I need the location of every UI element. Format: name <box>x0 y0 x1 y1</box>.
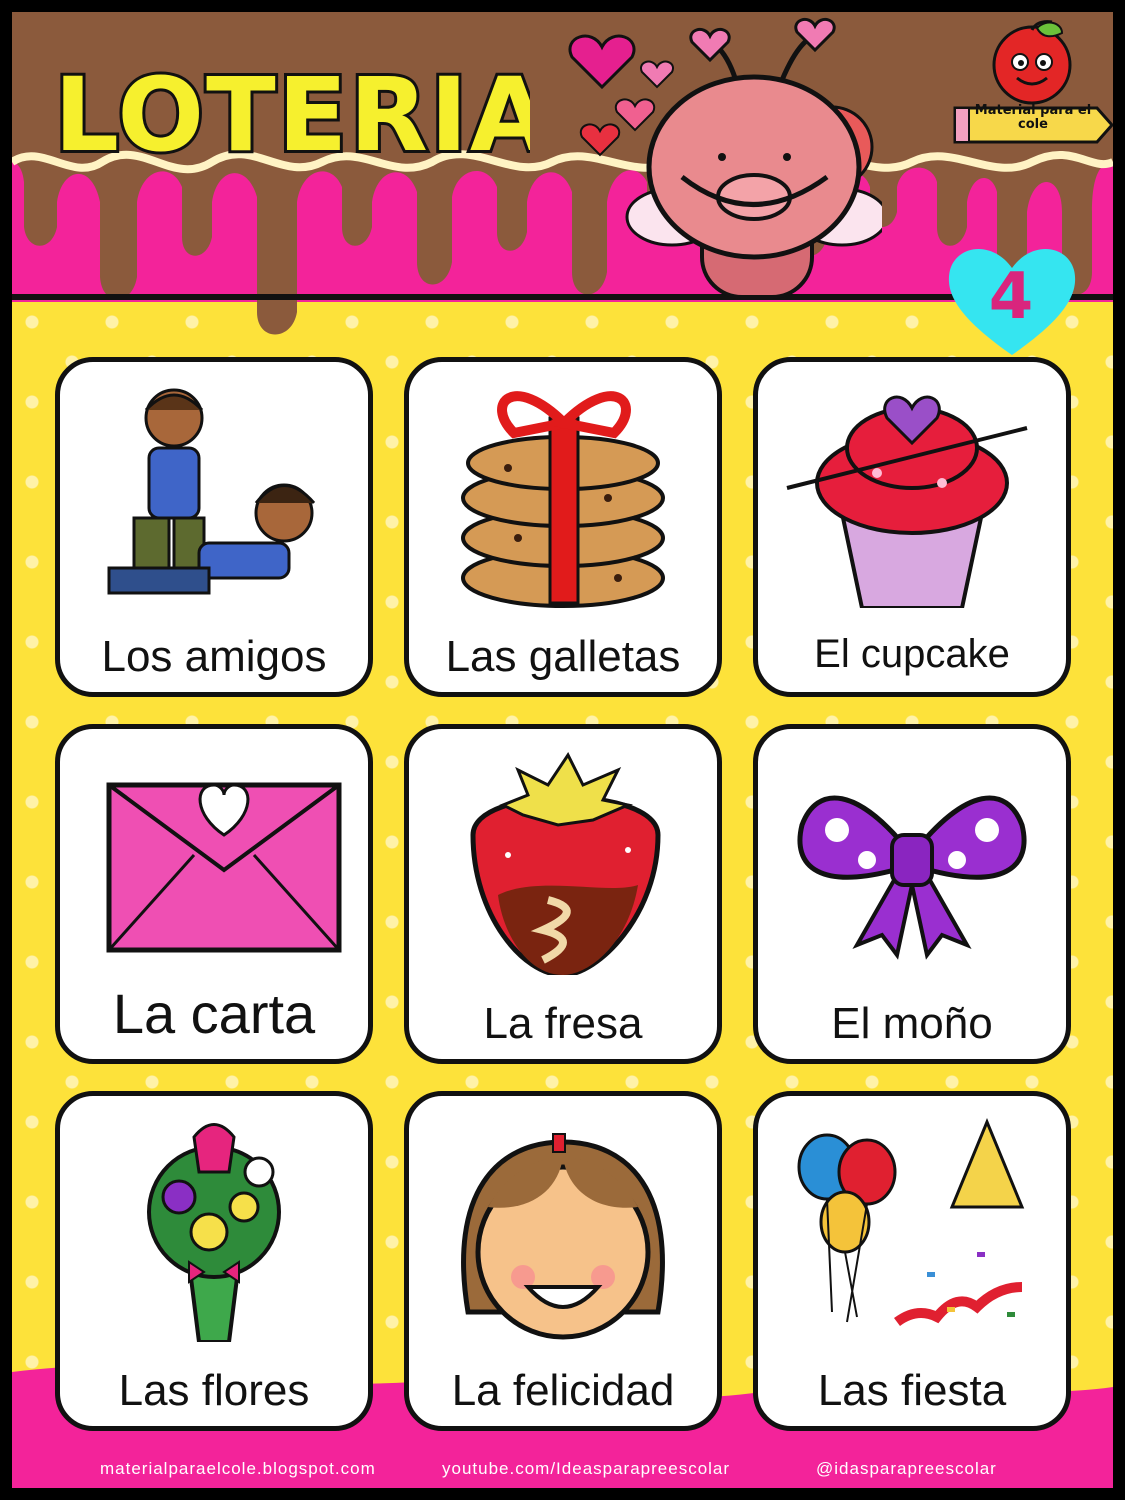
bee-character-icon <box>568 17 882 299</box>
bow-icon <box>797 795 1027 960</box>
party-icon <box>797 1118 1025 1327</box>
bouquet-icon <box>147 1123 281 1342</box>
card-label: Los amigos <box>101 632 327 681</box>
cupcake-icon <box>786 395 1028 608</box>
card-la-carta: La carta <box>55 724 373 1064</box>
strawberry-icon <box>470 752 661 975</box>
card-label: El moño <box>831 999 993 1048</box>
card-el-mono: El moño <box>753 724 1071 1064</box>
card-la-felicidad: La felicidad <box>404 1091 722 1431</box>
card-los-amigos: Los amigos <box>55 357 373 697</box>
card-las-galletas: Las galletas <box>404 357 722 697</box>
apple-logo-icon <box>953 20 1113 144</box>
cookies-icon <box>461 391 665 608</box>
envelope-icon <box>106 782 342 953</box>
footer-instagram-link[interactable]: @idasparapreescolar <box>816 1459 997 1479</box>
card-la-fresa: La fresa <box>404 724 722 1064</box>
footer-youtube-link[interactable]: youtube.com/Ideasparapreescolar <box>442 1459 730 1479</box>
logo-text: Material para el cole <box>974 103 1092 132</box>
card-label: La felicidad <box>451 1366 675 1415</box>
loteria-card-page: LOTERIA Material para el cole 4 Los amig… <box>0 0 1125 1500</box>
footer-blog-link[interactable]: materialparaelcole.blogspot.com <box>100 1459 376 1479</box>
card-las-fiesta: Las fiesta <box>753 1091 1071 1431</box>
card-label: Las fiesta <box>817 1366 1007 1415</box>
loteria-title: LOTERIA <box>51 53 530 172</box>
card-label: El cupcake <box>814 632 1010 676</box>
card-board: LOTERIA Material para el cole 4 Los amig… <box>12 12 1113 1488</box>
title-text: LOTERIA <box>54 56 530 172</box>
card-las-flores: Las flores <box>55 1091 373 1431</box>
friends-icon <box>107 388 316 595</box>
card-label: Las flores <box>118 1366 310 1415</box>
card-label: Las galletas <box>445 632 681 681</box>
card-number: 4 <box>988 260 1034 334</box>
happy-face-icon <box>461 1133 665 1340</box>
card-el-cupcake: El cupcake <box>753 357 1071 697</box>
card-label: La carta <box>112 982 316 1045</box>
card-label: La fresa <box>483 999 643 1048</box>
